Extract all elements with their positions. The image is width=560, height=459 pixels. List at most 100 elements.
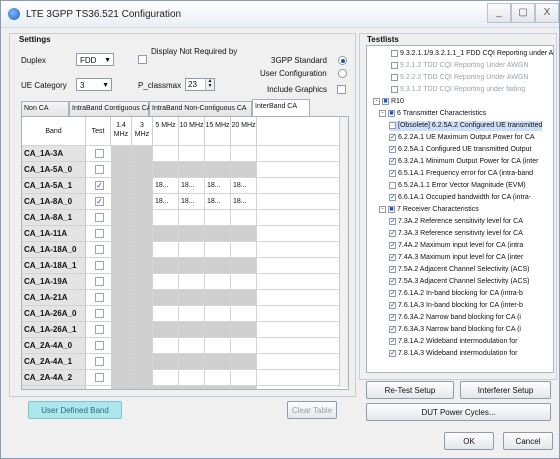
testlist-checkbox[interactable] [391, 73, 398, 81]
dut-power-cycles-button[interactable]: DUT Power Cycles... [366, 403, 551, 421]
bandwidth-cell[interactable] [205, 146, 231, 161]
table-row[interactable]: CA_2A-4A_1 [22, 353, 340, 369]
testlist-item[interactable]: ✓ 7.6.3A.2 Narrow band blocking for CA (i [389, 313, 521, 323]
bandwidth-cell[interactable]: 18... [231, 194, 257, 209]
table-row[interactable]: CA_1A-8A_0 ✓ 18... 18... 18... 18... [22, 193, 340, 209]
bandwidth-cell[interactable] [111, 370, 132, 385]
bandwidth-cell[interactable] [231, 258, 257, 273]
bandwidth-cell[interactable] [132, 226, 153, 241]
testlist-item[interactable]: ✓ 7.8.1A.2 Wideband intermodulation for [389, 337, 517, 347]
testlist-checkbox[interactable]: ✓ [389, 277, 396, 285]
bandwidth-cell[interactable] [205, 338, 231, 353]
test-checkbox[interactable] [95, 277, 104, 286]
bandwidth-cell[interactable] [153, 242, 179, 257]
testlist-checkbox[interactable]: ✓ [389, 301, 396, 309]
maximize-button[interactable]: ▢ [511, 3, 535, 23]
bandwidth-cell[interactable]: 18... [179, 194, 205, 209]
bandwidth-cell[interactable] [231, 354, 257, 369]
tab-intraband-contiguous[interactable]: IntraBand Contiguous CA [69, 101, 151, 116]
bandwidth-cell[interactable] [205, 242, 231, 257]
bandwidth-cell[interactable] [132, 146, 153, 161]
testlist-item[interactable]: - ■ 6 Transmitter Characteristics [379, 109, 486, 119]
table-row[interactable]: CA_1A-18A_1 [22, 257, 340, 273]
bandwidth-cell[interactable] [205, 162, 231, 177]
bandwidth-cell[interactable] [205, 306, 231, 321]
bandwidth-cell[interactable] [132, 354, 153, 369]
bandwidth-cell[interactable] [132, 322, 153, 337]
close-button[interactable]: X [535, 3, 559, 23]
testlist-item[interactable]: ✓ 7.6.1A.2 In-band blocking for CA (intra… [389, 289, 523, 299]
testlist-item[interactable]: ✓ 6.6.1A.1 Occupied bandwidth for CA (int… [389, 193, 531, 203]
retest-setup-button[interactable]: Re-Test Setup [366, 381, 454, 399]
testlist-checkbox[interactable]: ✓ [389, 145, 396, 153]
bandwidth-cell[interactable] [179, 354, 205, 369]
bandwidth-cell[interactable] [132, 210, 153, 225]
table-row[interactable]: CA_2A-4A_0 [22, 337, 340, 353]
testlist-item[interactable]: ✓ 7.5A.2 Adjacent Channel Selectivity (AC… [389, 265, 530, 275]
bandwidth-cell[interactable] [179, 370, 205, 385]
bandwidth-cell[interactable] [153, 306, 179, 321]
test-checkbox[interactable] [95, 261, 104, 270]
testlist-item[interactable]: ✓ 6.2.2A.1 UE Maximum Output Power for CA [389, 133, 535, 143]
testlist-checkbox[interactable] [391, 61, 398, 69]
ue-category-select[interactable]: 3 ▼ [76, 78, 112, 91]
testlist-checkbox[interactable] [391, 85, 398, 93]
testlist-item[interactable]: 6.5.2A.1.1 Error Vector Magnitude (EVM) [389, 181, 526, 191]
testlist-checkbox[interactable]: ✓ [389, 313, 396, 321]
bandwidth-cell[interactable] [111, 258, 132, 273]
test-checkbox[interactable] [95, 165, 104, 174]
bandwidth-cell[interactable] [111, 290, 132, 305]
bandwidth-cell[interactable] [111, 322, 132, 337]
bandwidth-cell[interactable] [132, 306, 153, 321]
test-checkbox[interactable] [95, 229, 104, 238]
bandwidth-cell[interactable] [231, 386, 257, 389]
interferer-setup-button[interactable]: Interferer Setup [460, 381, 551, 399]
bandwidth-cell[interactable] [153, 210, 179, 225]
test-checkbox[interactable]: ✓ [95, 197, 104, 206]
testlist-item[interactable]: ✓ 7.6.1A.3 In-band blocking for CA (inter… [389, 301, 523, 311]
testlist-checkbox[interactable]: ✓ [389, 349, 396, 357]
bandwidth-cell[interactable]: 18... [153, 178, 179, 193]
clear-table-button[interactable]: Clear Table [287, 401, 337, 419]
bandwidth-cell[interactable] [111, 386, 132, 389]
table-row[interactable]: CA_1A-3A [22, 145, 340, 161]
testlist-item[interactable]: ✓ 6.5.1A.1 Frequency error for CA (intra-… [389, 169, 533, 179]
bandwidth-cell[interactable] [153, 354, 179, 369]
testlist-item[interactable]: ✓ 6.2.5A.1 Configured UE transmitted Outp… [389, 145, 531, 155]
testlist-checkbox[interactable] [391, 49, 398, 57]
bandwidth-cell[interactable]: 18... [179, 178, 205, 193]
bandwidth-cell[interactable] [179, 338, 205, 353]
display-not-required-checkbox[interactable] [138, 55, 147, 64]
bandwidth-cell[interactable] [132, 178, 153, 193]
bandwidth-cell[interactable] [231, 370, 257, 385]
test-checkbox[interactable] [95, 149, 104, 158]
bandwidth-cell[interactable] [111, 338, 132, 353]
testlist-checkbox[interactable]: ✓ [389, 241, 396, 249]
bandwidth-cell[interactable] [111, 354, 132, 369]
testlist-checkbox[interactable]: ✓ [389, 157, 396, 165]
bandwidth-cell[interactable] [111, 226, 132, 241]
testlist-item[interactable]: ✓ 7.4A.2 Maximum input level for CA (intr… [389, 241, 523, 251]
cancel-button[interactable]: Cancel [503, 432, 553, 450]
expand-icon[interactable]: - [373, 97, 380, 105]
bandwidth-cell[interactable] [153, 338, 179, 353]
bandwidth-cell[interactable] [231, 146, 257, 161]
bandwidth-cell[interactable] [111, 194, 132, 209]
expand-icon[interactable]: - [379, 205, 386, 213]
bandwidth-cell[interactable] [231, 226, 257, 241]
bandwidth-cell[interactable] [231, 162, 257, 177]
table-row[interactable]: CA_1A-26A_0 [22, 305, 340, 321]
bandwidth-cell[interactable] [153, 274, 179, 289]
test-checkbox[interactable] [95, 293, 104, 302]
testlist-checkbox[interactable]: ✓ [389, 229, 396, 237]
testlist-checkbox[interactable] [389, 181, 396, 189]
title-bar[interactable]: LTE 3GPP TS36.521 Configuration _ ▢ X [1, 1, 559, 28]
bandwidth-cell[interactable] [231, 210, 257, 225]
bandwidth-cell[interactable] [111, 210, 132, 225]
test-checkbox[interactable] [95, 357, 104, 366]
bandwidth-cell[interactable] [153, 290, 179, 305]
testlist-checkbox[interactable]: ✓ [389, 289, 396, 297]
testlist-checkbox[interactable]: ■ [382, 97, 389, 105]
bandwidth-cell[interactable] [132, 370, 153, 385]
testlist-checkbox[interactable]: ■ [388, 205, 395, 213]
